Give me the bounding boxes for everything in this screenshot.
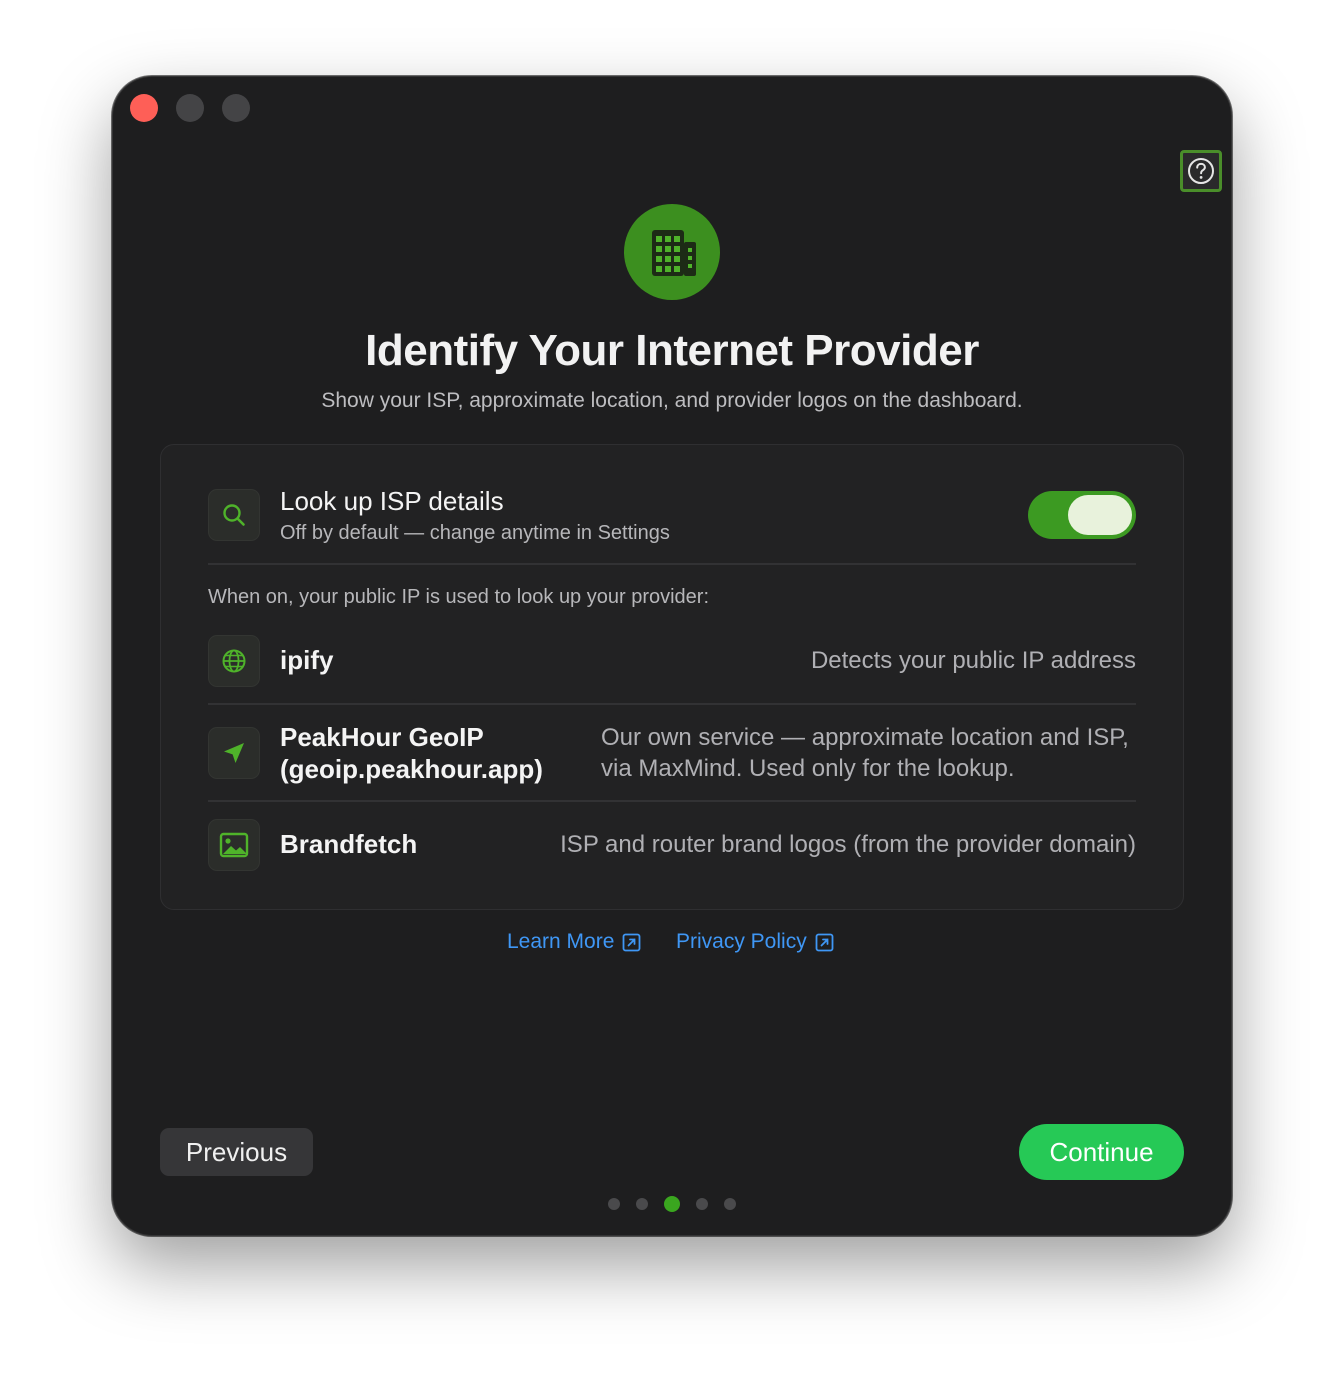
page-title: Identify Your Internet Provider	[365, 326, 979, 375]
setting-subtitle: Off by default — change anytime in Setti…	[280, 522, 670, 544]
service-desc-ipify: Detects your public IP address	[810, 647, 1136, 674]
links-row: Learn More Privacy Policy	[112, 930, 1232, 960]
continue-button[interactable]: Continue	[1019, 1124, 1184, 1180]
service-desc-geoip: Our own service — approximate location a…	[601, 724, 1129, 782]
divider	[208, 703, 1136, 705]
services-intro: When on, your public IP is used to look …	[208, 586, 710, 608]
privacy-card: Look up ISP details Off by default — cha…	[160, 444, 1184, 910]
brandfetch-icon-tile	[208, 819, 260, 871]
window-minimize-button[interactable]	[176, 94, 204, 122]
isp-lookup-toggle[interactable]	[1028, 491, 1136, 539]
external-link-icon	[622, 933, 641, 951]
globe-icon	[222, 649, 246, 673]
window-close-button[interactable]	[130, 94, 158, 122]
service-name-geoip: PeakHour GeoIP (geoip.peakhour.app)	[280, 722, 543, 784]
ipify-icon-tile	[208, 635, 260, 687]
question-circle-icon	[1188, 158, 1214, 184]
setting-title: Look up ISP details	[280, 486, 504, 516]
toggle-knob	[1068, 495, 1132, 535]
privacy-policy-link[interactable]: Privacy Policy	[676, 930, 834, 954]
page-indicator	[112, 1196, 1232, 1212]
page-dot[interactable]	[724, 1198, 736, 1210]
page-dot[interactable]	[636, 1198, 648, 1210]
divider	[208, 800, 1136, 802]
setting-icon-tile	[208, 489, 260, 541]
page-dot-active[interactable]	[664, 1196, 680, 1212]
geoip-icon-tile	[208, 727, 260, 779]
page-dot[interactable]	[608, 1198, 620, 1210]
building-icon	[652, 230, 696, 276]
search-icon	[223, 504, 245, 526]
location-arrow-icon	[224, 743, 244, 763]
learn-more-link[interactable]: Learn More	[507, 930, 641, 954]
learn-more-label: Learn More	[507, 930, 615, 953]
page-subtitle: Show your ISP, approximate location, and…	[321, 389, 1023, 412]
service-desc-brandfetch: ISP and router brand logos (from the pro…	[560, 831, 1136, 858]
service-name-brandfetch: Brandfetch	[280, 829, 418, 859]
previous-button[interactable]: Previous	[160, 1128, 313, 1176]
service-name-ipify: ipify	[280, 645, 334, 675]
hero-badge	[624, 204, 720, 300]
privacy-policy-label: Privacy Policy	[676, 930, 807, 953]
photo-icon	[219, 832, 249, 858]
page-dot[interactable]	[696, 1198, 708, 1210]
help-button[interactable]	[1180, 150, 1222, 192]
window-zoom-button[interactable]	[222, 94, 250, 122]
divider	[208, 563, 1136, 565]
external-link-icon	[815, 933, 834, 951]
onboarding-window: Identify Your Internet Provider Show you…	[112, 76, 1232, 1236]
